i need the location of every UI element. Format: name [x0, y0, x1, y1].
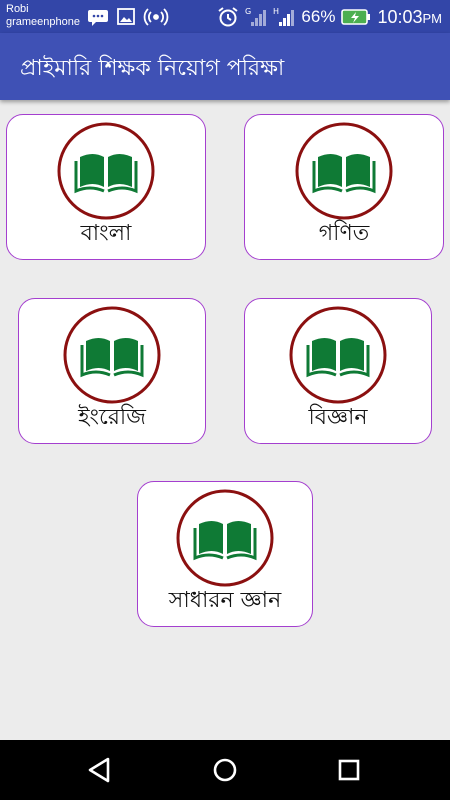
subject-label: বাংলা: [80, 221, 132, 246]
subject-label: ইংরেজি: [78, 405, 146, 430]
clock-suffix: PM: [422, 10, 443, 26]
carrier-line-2: grameenphone: [6, 16, 81, 28]
signal-h-icon: H: [273, 7, 295, 26]
book-icon: [56, 121, 156, 221]
hotspot-icon: [143, 8, 169, 26]
clock: 10:03PM: [377, 7, 442, 28]
recents-icon[interactable]: [333, 754, 365, 786]
app-bar: প্রাইমারি শিক্ষক নিয়োগ পরিক্ষা: [0, 33, 450, 100]
subject-card-general-knowledge[interactable]: সাধারন জ্ঞান: [137, 481, 313, 627]
back-icon[interactable]: [84, 754, 116, 786]
book-icon: [175, 488, 275, 588]
status-bar: Robi grameenphone G H 66% 10:03PM: [0, 0, 450, 33]
subject-card-math[interactable]: গণিত: [244, 114, 444, 260]
status-icons-left: [88, 8, 169, 26]
subject-label: গণিত: [318, 221, 370, 246]
carrier-line-1: Robi: [6, 3, 29, 15]
subject-label: সাধারন জ্ঞান: [168, 588, 282, 613]
signal-g-icon: G: [245, 7, 267, 26]
image-icon: [117, 8, 135, 25]
subject-card-english[interactable]: ইংরেজি: [18, 298, 206, 444]
svg-text:G: G: [245, 7, 251, 16]
chat-icon: [88, 10, 108, 26]
book-icon: [62, 305, 162, 405]
navigation-bar: [0, 740, 450, 800]
carrier-info: Robi grameenphone: [6, 3, 80, 29]
battery-charging-icon: [341, 9, 371, 25]
page-title: প্রাইমারি শিক্ষক নিয়োগ পরিক্ষা: [20, 56, 285, 81]
book-icon: [294, 121, 394, 221]
clock-time: 10:03: [377, 6, 423, 27]
battery-percent: 66%: [301, 7, 336, 26]
subject-card-bangla[interactable]: বাংলা: [6, 114, 206, 260]
status-icons-right: G H 66% 10:03PM: [217, 6, 442, 28]
svg-text:H: H: [273, 7, 279, 16]
subject-label: বিজ্ঞান: [308, 405, 368, 430]
subject-card-science[interactable]: বিজ্ঞান: [244, 298, 432, 444]
book-icon: [288, 305, 388, 405]
alarm-icon: [218, 7, 239, 27]
home-icon[interactable]: [209, 754, 241, 786]
